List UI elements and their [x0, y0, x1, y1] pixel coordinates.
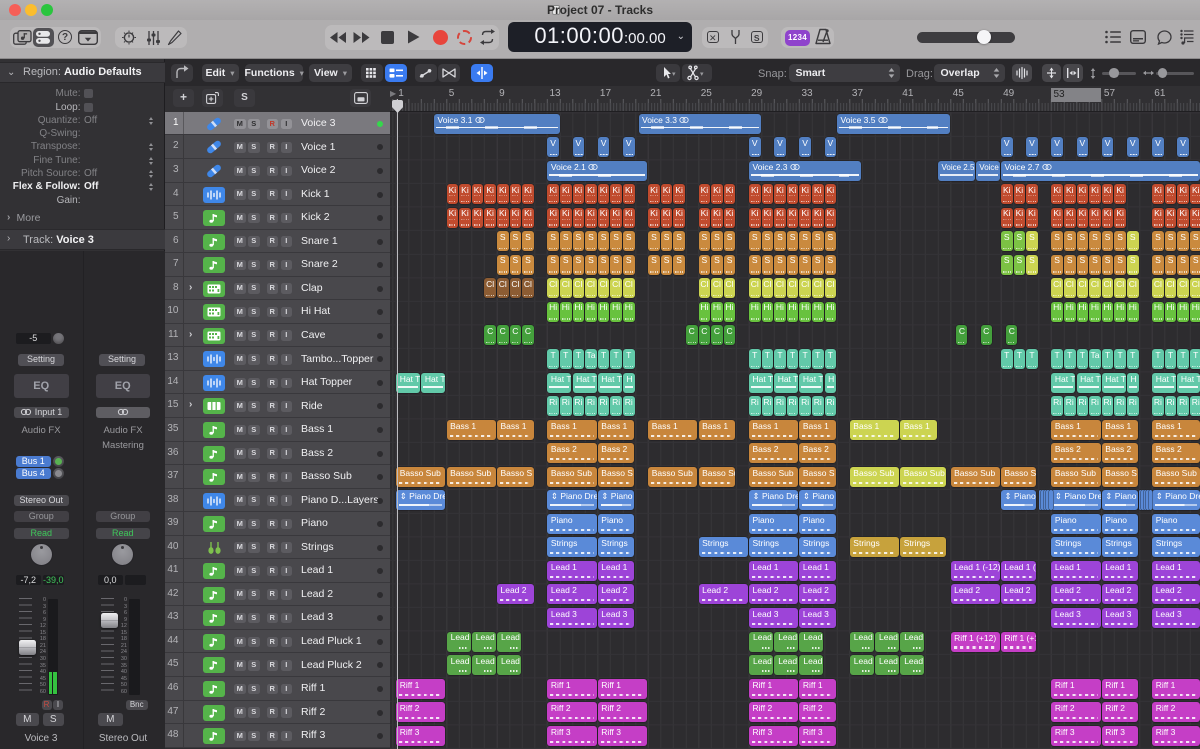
- svg-text:▾: ▾: [672, 71, 676, 78]
- svg-text:▾: ▾: [700, 71, 704, 78]
